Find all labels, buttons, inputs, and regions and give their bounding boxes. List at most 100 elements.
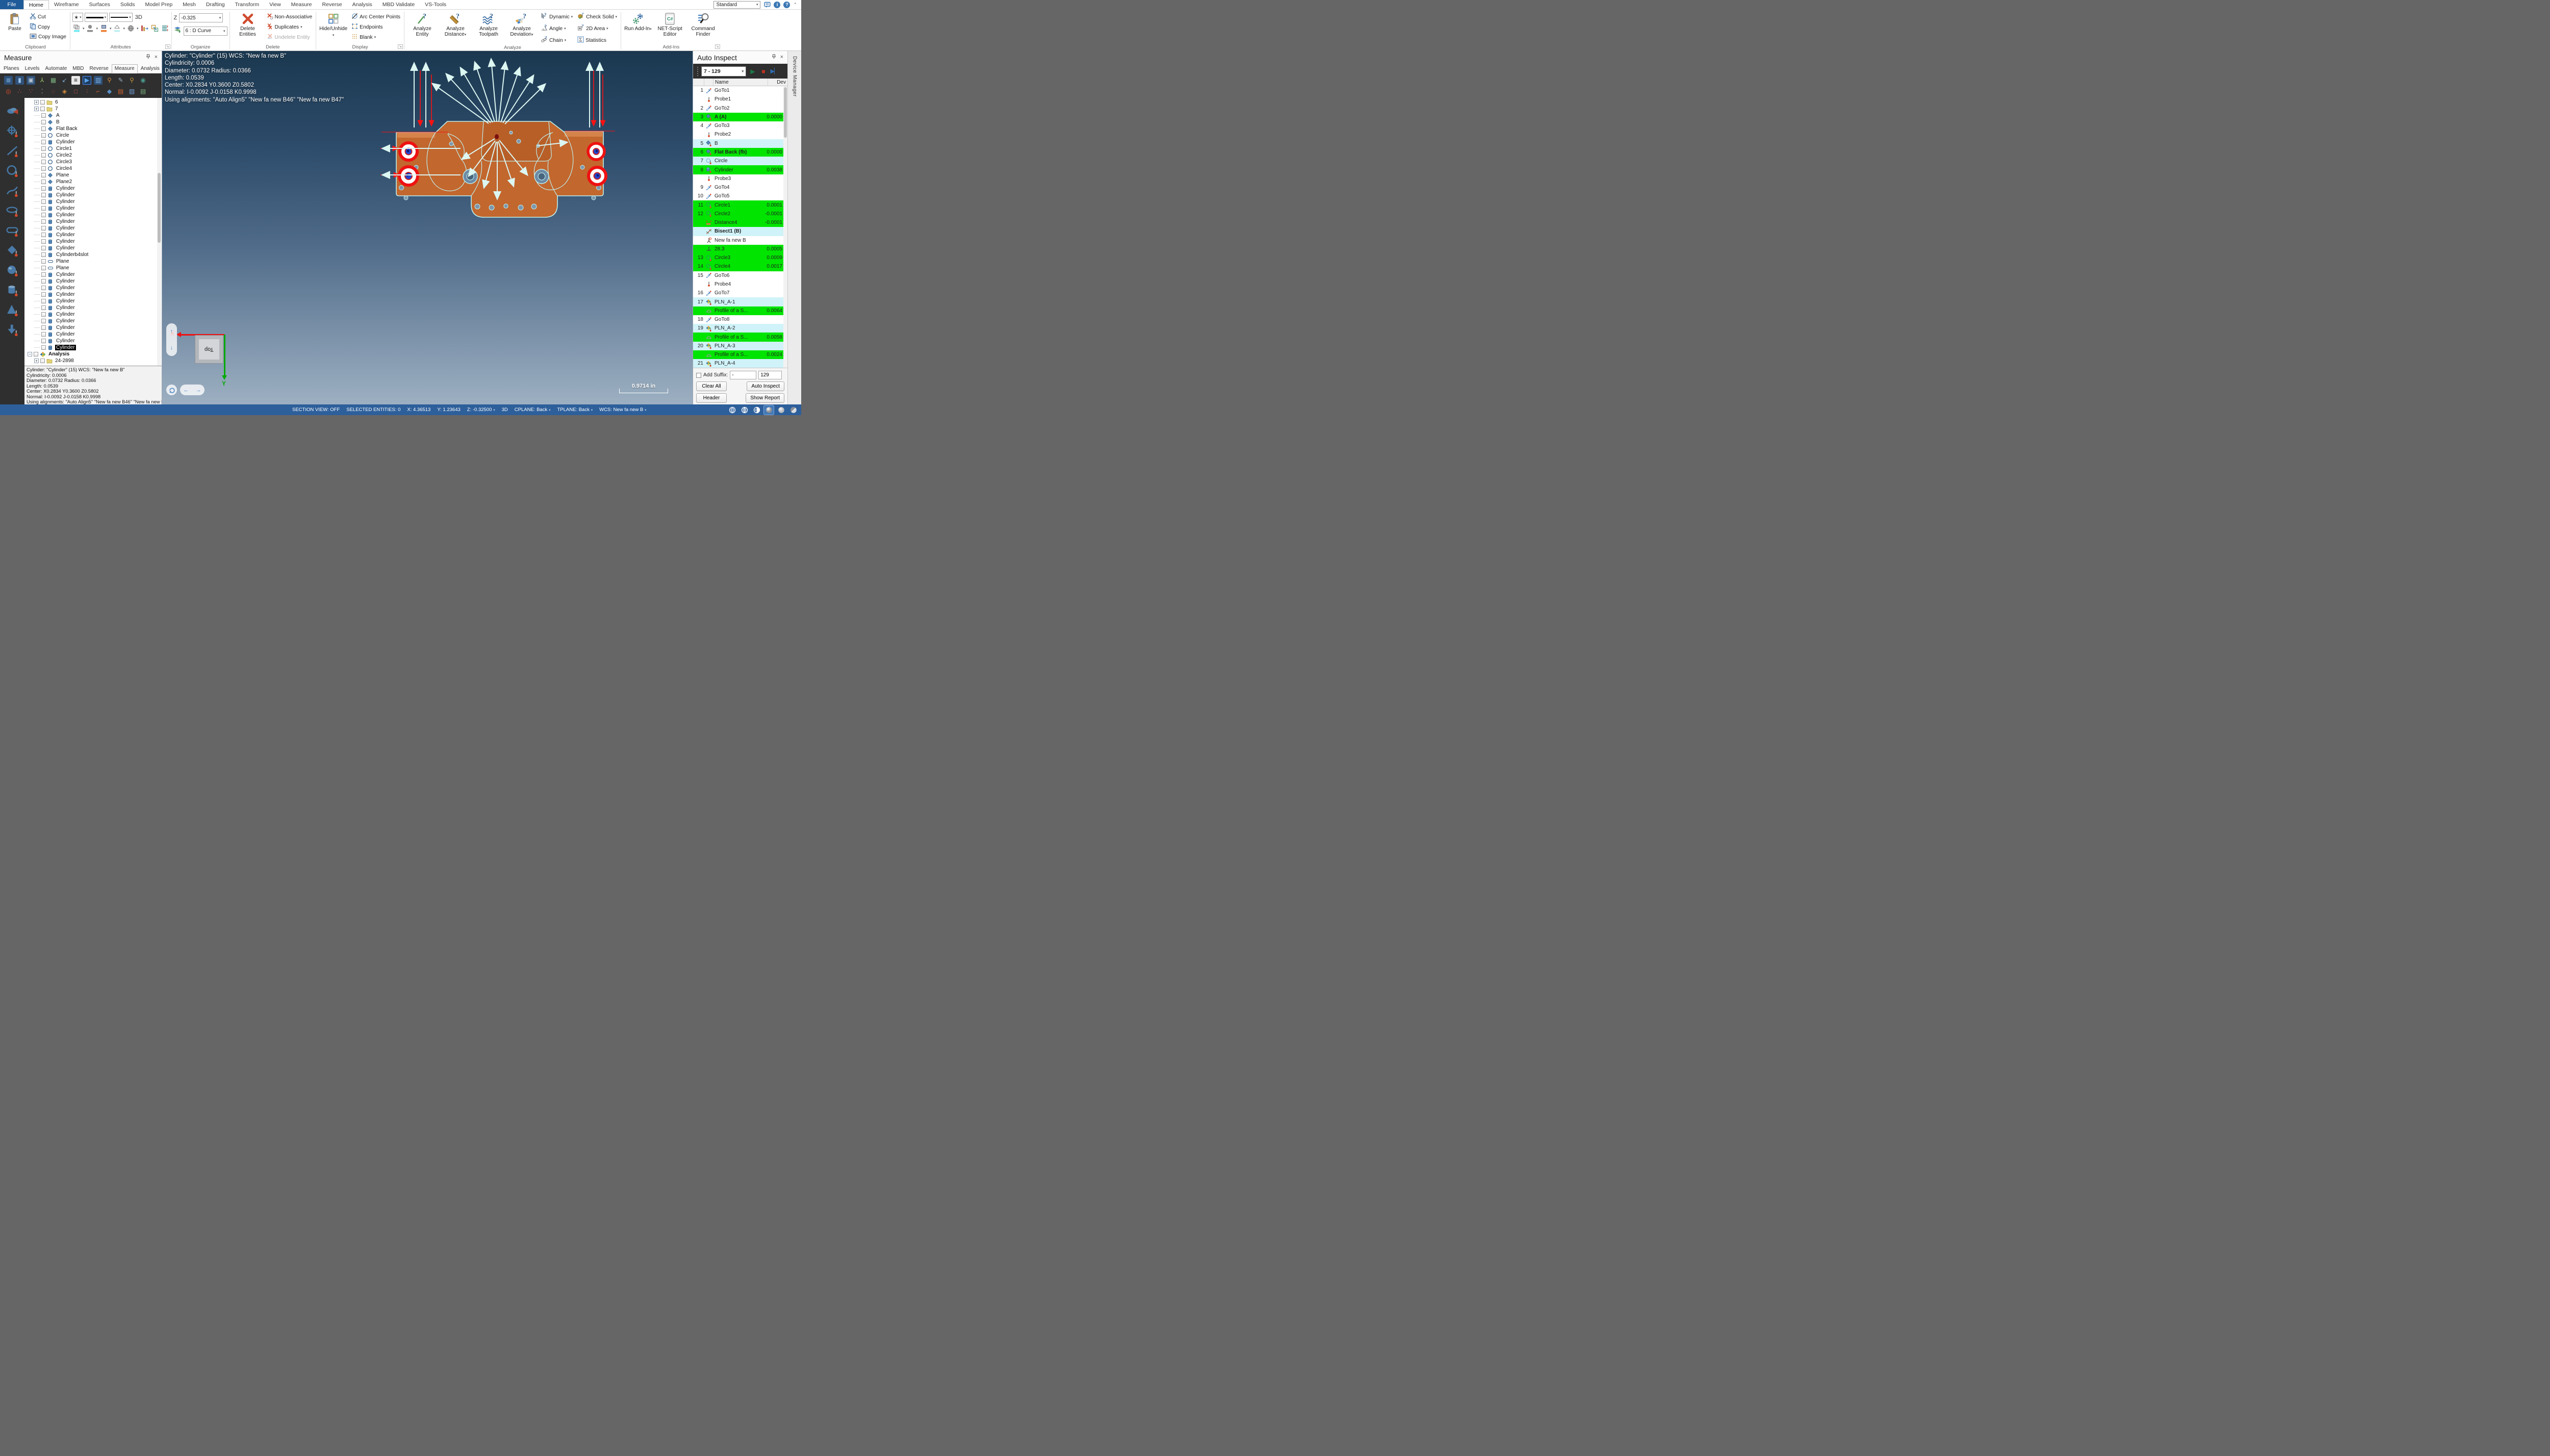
tree-item-plane[interactable]: Plane	[28, 258, 162, 265]
visibility-checkbox[interactable]	[41, 246, 46, 250]
run-range-dropdown[interactable]: 7 - 129▾	[701, 66, 746, 76]
pan-left-icon[interactable]: ←	[184, 387, 189, 393]
circle-measure-icon[interactable]	[4, 163, 21, 178]
view-cube-face[interactable]: Top	[195, 335, 223, 364]
file-menu-button[interactable]: File	[0, 0, 23, 9]
visibility-checkbox[interactable]	[41, 219, 46, 224]
visibility-checkbox[interactable]	[41, 193, 46, 197]
ribbon-tab-view[interactable]: View	[264, 0, 286, 9]
tree-item-cylinder[interactable]: Cylinder	[28, 291, 162, 298]
delete-entities-button[interactable]: Delete Entities	[232, 11, 264, 37]
feedback-icon[interactable]	[763, 1, 771, 8]
inspect-row-circle2[interactable]: 12Circle2-0.0001	[693, 210, 787, 218]
attributes-dialog-launcher[interactable]: ↘	[165, 44, 170, 49]
clear-all-button[interactable]: Clear All	[696, 381, 727, 391]
visibility-checkbox[interactable]	[41, 272, 46, 277]
inspect-row-bisect1-b-[interactable]: Bisect1 (B)	[693, 227, 787, 236]
command-finder-button[interactable]: Command Finder	[687, 11, 719, 37]
visibility-checkbox[interactable]	[41, 186, 46, 191]
visibility-checkbox[interactable]	[41, 312, 46, 317]
3d-toggle[interactable]: 3D	[135, 14, 142, 20]
analyze-entity-button[interactable]: ? Analyze Entity	[406, 11, 438, 37]
inspect-row-b[interactable]: 5B	[693, 139, 787, 148]
tree-item-cylinder[interactable]: Cylinder	[28, 225, 162, 232]
solid-color-button[interactable]	[86, 24, 94, 32]
analyze-angle-button[interactable]: ? Angle▾	[539, 24, 574, 33]
tree-item-plane2[interactable]: Plane2	[28, 178, 162, 185]
check-solid-button[interactable]: ? Check Solid▾	[576, 12, 619, 21]
analyze-toolpath-button[interactable]: ? Analyze Toolpath	[473, 11, 504, 37]
report-list-icon[interactable]: ≣	[4, 76, 13, 85]
visibility-checkbox[interactable]	[41, 160, 46, 164]
inspect-row-goto7[interactable]: 16GoTo7	[693, 289, 787, 297]
line-measure-icon[interactable]	[4, 143, 21, 158]
blank-button[interactable]: Blank▾	[350, 33, 402, 42]
viewport-3d[interactable]: Cylinder: "Cylinder" (15) WCS: "New fa n…	[162, 51, 693, 404]
ribbon-tab-home[interactable]: Home	[23, 0, 49, 9]
visibility-checkbox[interactable]	[41, 305, 46, 310]
chevron-down-icon[interactable]: ▾	[137, 27, 139, 31]
close-icon[interactable]: ×	[780, 54, 783, 61]
inspect-row-new-fa-new-b[interactable]: New fa new B	[693, 236, 787, 245]
tree-item-cylinder[interactable]: Cylinder	[28, 278, 162, 285]
target-eye-icon[interactable]: ◉	[139, 76, 147, 85]
play-button[interactable]: ▶	[749, 67, 757, 75]
pan-down-icon[interactable]: ↓	[170, 345, 173, 351]
measure-tab-levels[interactable]: Levels	[22, 65, 42, 73]
suffix-number-input[interactable]	[758, 371, 782, 379]
analyze-deviation-button[interactable]: ? Analyze Deviation▾	[506, 11, 538, 38]
collapse-icon[interactable]: −	[28, 352, 32, 356]
point-measure-icon[interactable]	[4, 123, 21, 138]
inspect-row-circle[interactable]: 7Circle	[693, 157, 787, 165]
pick-point-icon[interactable]: ↙	[60, 76, 69, 85]
skip-to-end-button[interactable]: ▶▏	[770, 67, 778, 75]
inspect-row-cylinder[interactable]: 8Cylinder0.0038	[693, 165, 787, 174]
tree-item-cylinder[interactable]: Cylinder	[28, 212, 162, 218]
collapse-ribbon-icon[interactable]: ⌃	[793, 2, 797, 8]
inspect-row-pln-a-4[interactable]: 21PLN_A-4	[693, 359, 787, 368]
undelete-entity-button[interactable]: Undelete Entity	[265, 33, 314, 42]
profile-dropdown[interactable]: Standard ▾	[713, 1, 760, 9]
inspect-row-profile-of-a-s-[interactable]: Profile of a S...0.0058	[693, 333, 787, 341]
visibility-checkbox[interactable]	[41, 332, 46, 337]
tree-item-cylinder[interactable]: Cylinder	[28, 318, 162, 324]
cylinder-measure-icon[interactable]	[4, 282, 21, 297]
chevron-down-icon[interactable]: ▾	[83, 27, 85, 31]
inspect-row-28-3[interactable]: 28.30.0005	[693, 245, 787, 253]
inspect-row-profile-of-a-s-[interactable]: Profile of a S...0.0024	[693, 350, 787, 359]
tree-item-cylinder[interactable]: Cylinder	[28, 139, 162, 145]
tree-item-circle4[interactable]: Circle4	[28, 165, 162, 172]
show-report-button[interactable]: Show Report	[746, 393, 784, 403]
ribbon-tab-reverse[interactable]: Reverse	[317, 0, 347, 9]
report-notes-icon[interactable]: ▤	[139, 87, 147, 96]
visibility-checkbox[interactable]	[41, 292, 46, 297]
inspect-row-goto3[interactable]: 4GoTo3	[693, 121, 787, 130]
wireframe-color-button[interactable]	[72, 24, 81, 32]
visibility-checkbox[interactable]	[41, 259, 46, 264]
visibility-checkbox[interactable]	[41, 319, 46, 323]
visibility-checkbox[interactable]	[41, 233, 46, 237]
inspect-row-goto2[interactable]: 2GoTo2	[693, 104, 787, 113]
ribbon-tab-surfaces[interactable]: Surfaces	[84, 0, 115, 9]
net-script-editor-button[interactable]: C# NET-Script Editor	[654, 11, 686, 37]
point-cloud-measure-icon[interactable]	[4, 103, 21, 118]
visibility-checkbox[interactable]	[34, 352, 38, 356]
axis-triad-icon[interactable]: ⅄	[38, 76, 46, 85]
tree-item-cylinder[interactable]: Cylinder	[28, 205, 162, 212]
align-deviation-icon[interactable]: ◈	[60, 87, 69, 96]
add-suffix-checkbox[interactable]	[696, 373, 701, 378]
tree-item-cylinder[interactable]: Cylinder	[28, 245, 162, 251]
inspect-row-probe3[interactable]: Probe3	[693, 174, 787, 183]
tree-item-cylinderb4slot[interactable]: Cylinderb4slot	[28, 251, 162, 258]
point-style-select[interactable]: ✶▾	[72, 13, 83, 22]
surface-color-button[interactable]	[99, 24, 108, 32]
visibility-checkbox[interactable]	[41, 345, 46, 350]
swap-attributes-button[interactable]	[150, 24, 159, 32]
globe-wireframe-dense-icon[interactable]	[740, 405, 749, 415]
visibility-checkbox[interactable]	[40, 100, 45, 105]
visibility-checkbox[interactable]	[41, 126, 46, 131]
tree-item-plane[interactable]: Plane	[28, 265, 162, 271]
report-view-icon[interactable]: ▥	[94, 76, 103, 85]
plane-measure-icon[interactable]	[4, 242, 21, 258]
probe-tools-icon[interactable]: ✎	[116, 76, 125, 85]
